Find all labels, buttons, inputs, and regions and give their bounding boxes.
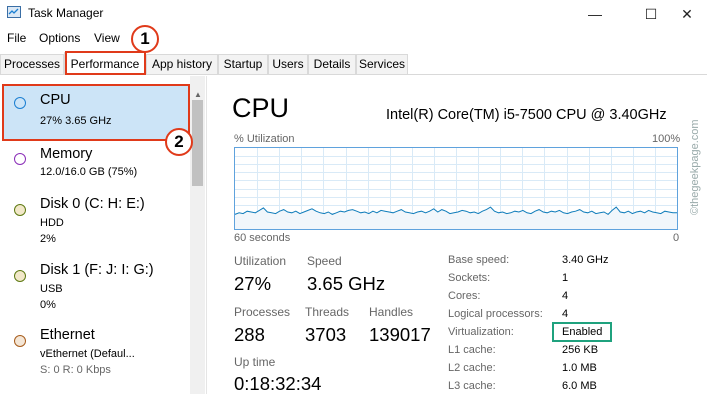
info-label: L2 cache: xyxy=(448,362,496,374)
minimize-icon: — xyxy=(588,6,602,22)
threads-value: 3703 xyxy=(305,324,347,345)
ethernet-indicator-icon xyxy=(14,335,26,347)
performance-tab-highlight xyxy=(65,51,146,75)
disk-indicator-icon xyxy=(14,270,26,282)
tab-services[interactable]: Services xyxy=(356,54,408,74)
info-value: 4 xyxy=(562,308,569,320)
info-value: 3.40 GHz xyxy=(562,254,609,266)
watermark: ©thegeekpage.com xyxy=(689,119,701,215)
menu-file[interactable]: File xyxy=(7,31,26,45)
info-value: 4 xyxy=(562,290,569,302)
sidebar-item-sub2: S: 0 R: 0 Kbps xyxy=(40,364,111,376)
minimize-button[interactable]: — xyxy=(572,0,618,28)
title-bar: Task Manager — ☐ ✕ xyxy=(0,0,707,28)
info-value: 1 xyxy=(562,272,569,284)
tab-details[interactable]: Details xyxy=(308,54,356,74)
sidebar-item-title: Disk 0 (C: H: E:) xyxy=(40,196,145,212)
info-value: 256 KB xyxy=(562,344,599,356)
speed-label: Speed xyxy=(307,254,342,268)
sidebar-item-sub: USB xyxy=(40,283,63,295)
sidebar-item-title: Disk 1 (F: J: I: G:) xyxy=(40,262,154,278)
sidebar-item-sub: HDD xyxy=(40,217,64,229)
task-manager-icon xyxy=(7,6,21,18)
close-icon: ✕ xyxy=(681,5,693,22)
cpu-item-highlight xyxy=(2,84,190,141)
info-value: 1.0 MB xyxy=(562,362,597,374)
cpu-model: Intel(R) Core(TM) i5-7500 CPU @ 3.40GHz xyxy=(386,107,667,123)
handles-value: 139017 xyxy=(369,324,431,345)
step-two-badge: 2 xyxy=(165,128,193,156)
utilization-label: Utilization xyxy=(234,254,287,268)
panel-divider xyxy=(206,76,207,394)
time-zero-label: 0 xyxy=(673,232,680,244)
tab-users[interactable]: Users xyxy=(268,54,308,74)
info-label: Logical processors: xyxy=(448,308,543,320)
sidebar-item-disk0[interactable]: Disk 0 (C: H: E:) HDD 2% xyxy=(0,196,190,256)
sidebar-item-memory[interactable]: Memory 12.0/16.0 GB (75%) xyxy=(0,144,190,204)
info-label: L3 cache: xyxy=(448,380,496,392)
memory-indicator-icon xyxy=(14,153,26,165)
sidebar-item-ethernet[interactable]: Ethernet vEthernet (Defaul... S: 0 R: 0 … xyxy=(0,326,190,386)
threads-label: Threads xyxy=(305,305,350,319)
speed-value: 3.65 GHz xyxy=(307,273,386,294)
info-label: Base speed: xyxy=(448,254,510,266)
sidebar-item-sub2: 0% xyxy=(40,299,56,311)
sidebar-item-sub: 12.0/16.0 GB (75%) xyxy=(40,166,138,178)
maximize-icon: ☐ xyxy=(644,5,658,22)
handles-label: Handles xyxy=(369,305,414,319)
step-one-badge: 1 xyxy=(131,25,159,53)
processes-label: Processes xyxy=(234,305,291,319)
info-label: Cores: xyxy=(448,290,481,302)
close-button[interactable]: ✕ xyxy=(664,0,707,28)
sidebar-item-title: Ethernet xyxy=(40,327,95,343)
time-span-label: 60 seconds xyxy=(234,232,291,244)
uptime-label: Up time xyxy=(234,355,276,369)
menu-view[interactable]: View xyxy=(94,31,120,45)
info-label: L1 cache: xyxy=(448,344,496,356)
info-value: 6.0 MB xyxy=(562,380,597,392)
utilization-axis-label: % Utilization xyxy=(234,133,295,145)
sidebar-item-disk1[interactable]: Disk 1 (F: J: I: G:) USB 0% xyxy=(0,262,190,322)
enabled-highlight xyxy=(552,322,612,342)
menu-options[interactable]: Options xyxy=(39,31,80,45)
disk-indicator-icon xyxy=(14,204,26,216)
page-title: CPU xyxy=(232,93,290,123)
sidebar-item-title: Memory xyxy=(40,146,93,162)
utilization-max-label: 100% xyxy=(652,133,681,145)
sidebar-item-sub2: 2% xyxy=(40,233,56,245)
graph-canvas xyxy=(235,148,677,229)
window-title: Task Manager xyxy=(28,6,104,20)
scroll-thumb[interactable] xyxy=(192,100,203,186)
cpu-utilization-graph xyxy=(234,147,678,230)
scroll-up-icon[interactable]: ▲ xyxy=(194,90,202,99)
utilization-value: 27% xyxy=(234,273,272,294)
info-label: Virtualization: xyxy=(448,326,514,338)
uptime-value: 0:18:32:34 xyxy=(234,373,322,394)
sidebar-item-sub: vEthernet (Defaul... xyxy=(40,348,135,360)
info-label: Sockets: xyxy=(448,272,491,284)
tab-app-history[interactable]: App history xyxy=(146,54,218,74)
processes-value: 288 xyxy=(234,324,265,345)
tab-processes[interactable]: Processes xyxy=(0,54,64,74)
tab-startup[interactable]: Startup xyxy=(218,54,268,74)
